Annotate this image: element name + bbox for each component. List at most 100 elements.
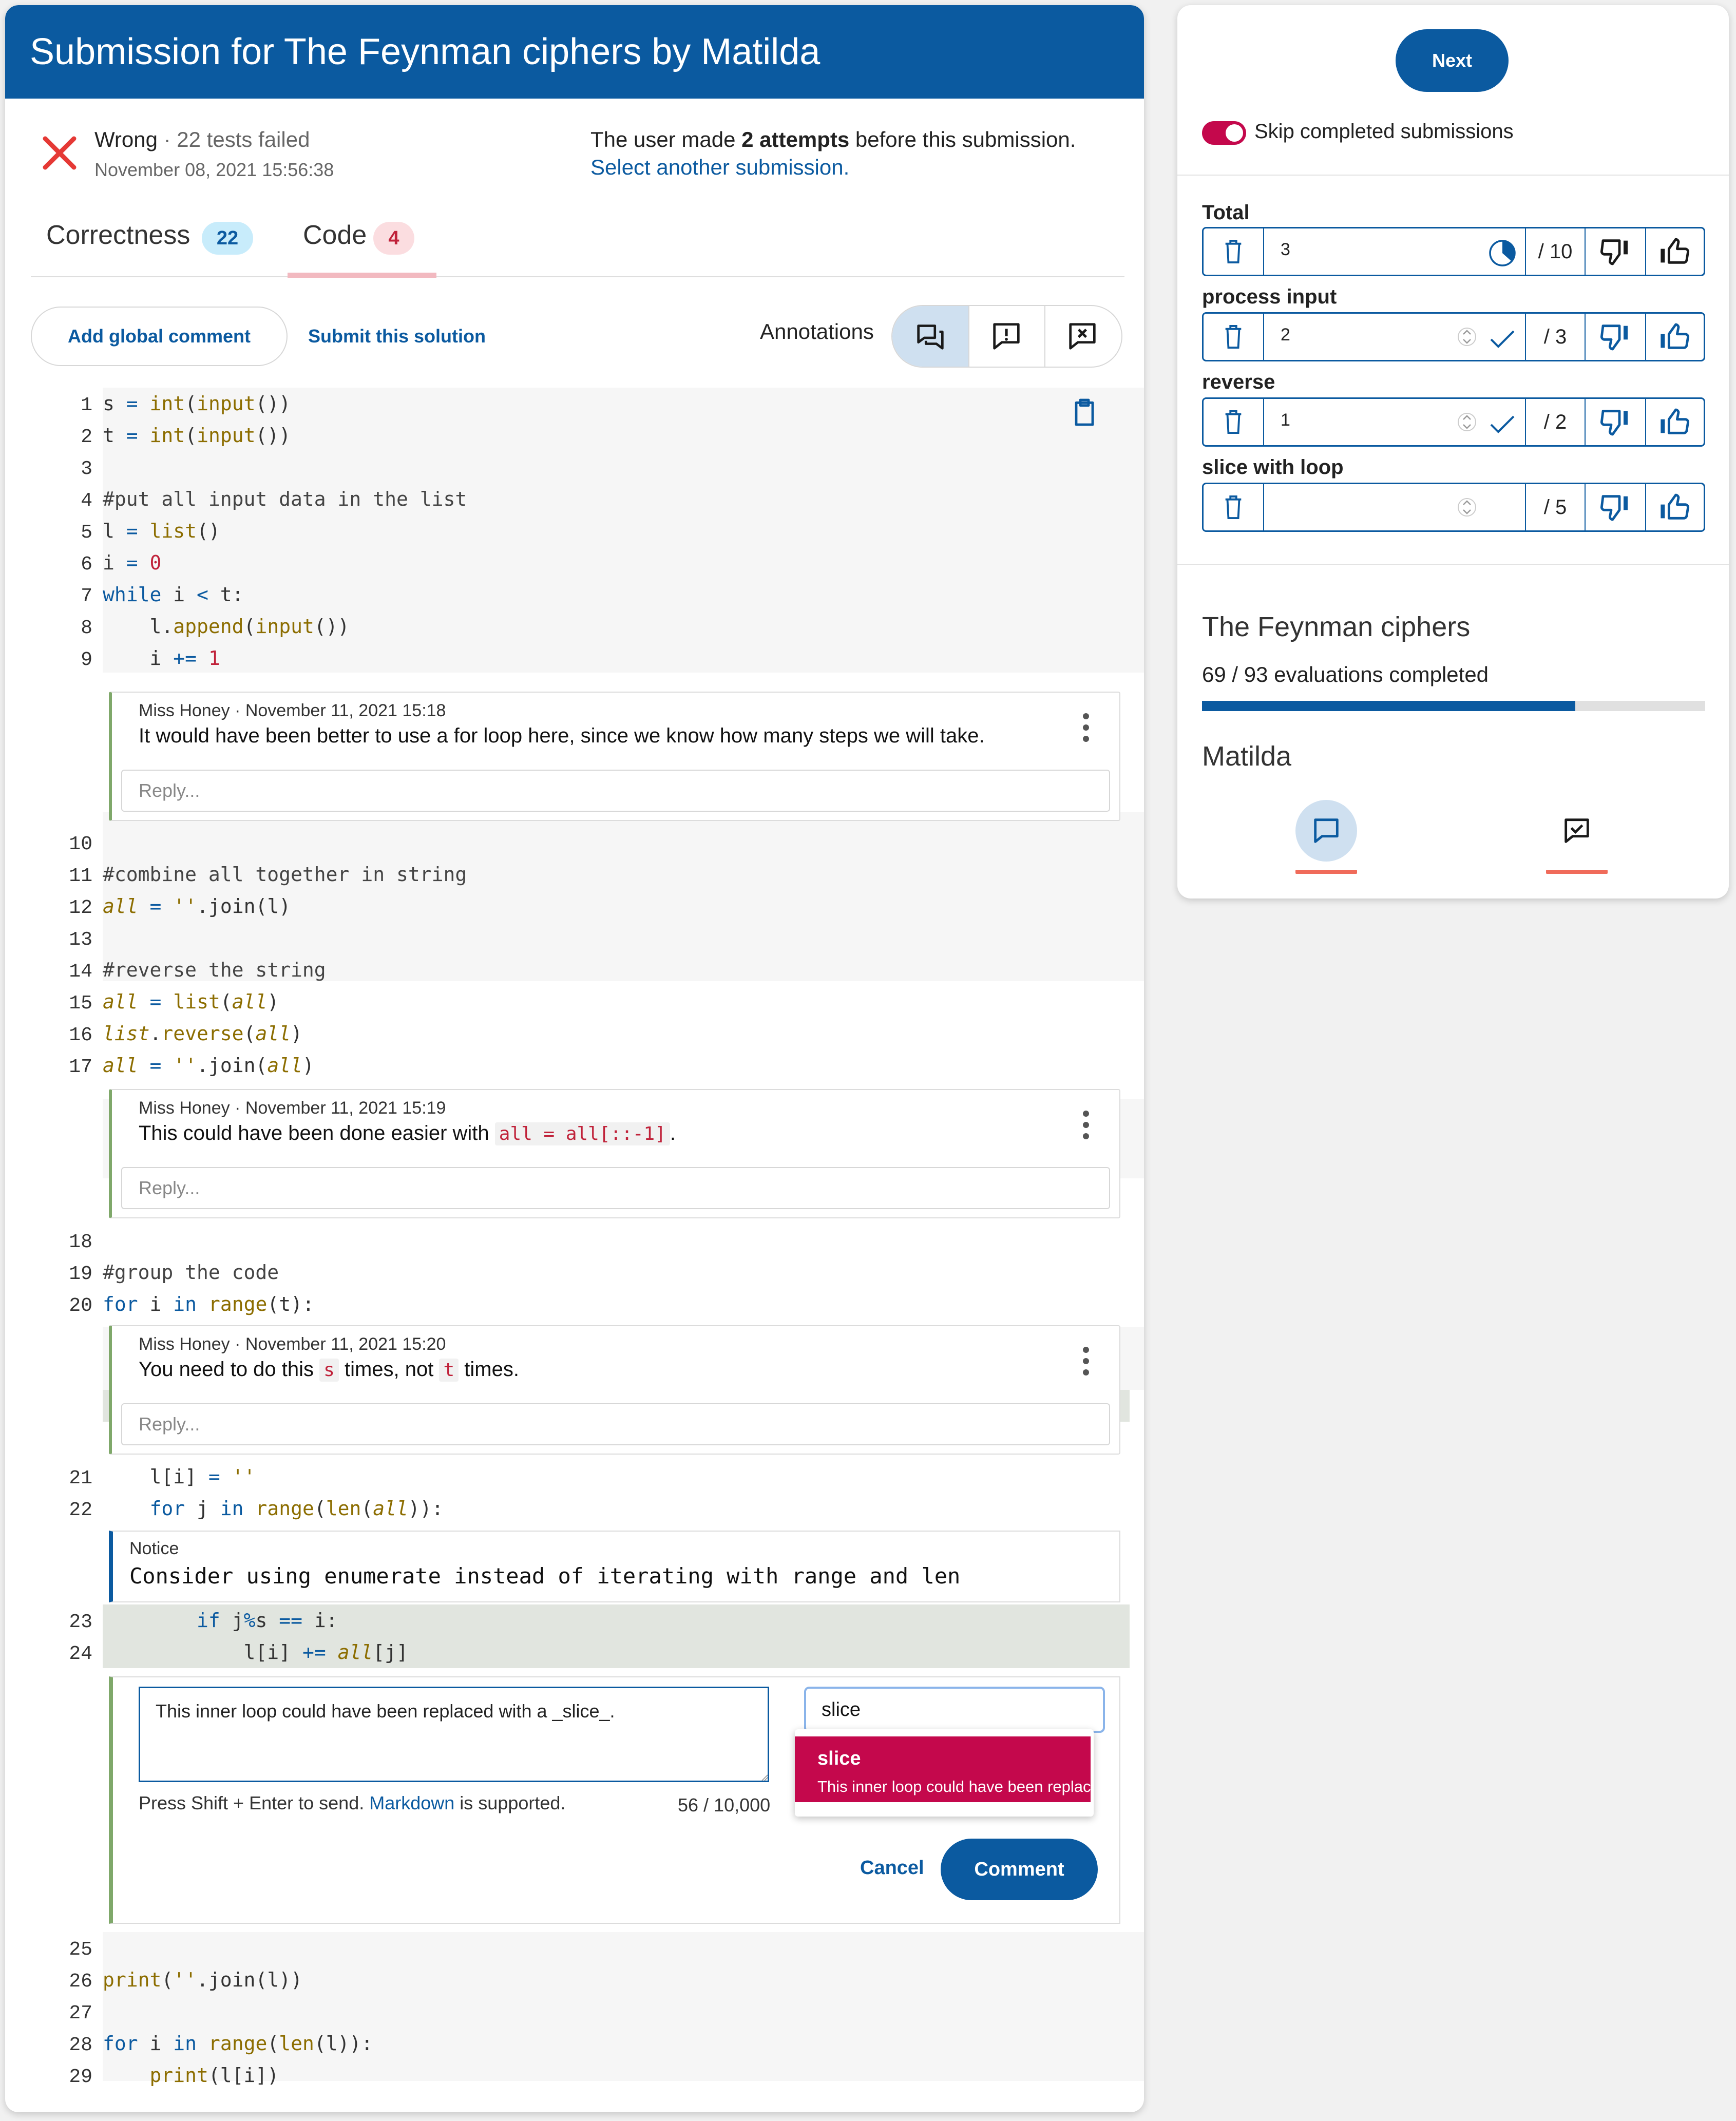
delete-score-button[interactable] xyxy=(1204,399,1264,445)
notice-title: Notice xyxy=(129,1539,179,1558)
delete-score-button[interactable] xyxy=(1204,484,1264,530)
show-important-annotations-button[interactable] xyxy=(968,306,1045,367)
comment-meta: Miss Honey · November 11, 2021 15:19 xyxy=(139,1098,446,1118)
thumbs-down-button[interactable] xyxy=(1586,314,1646,360)
code-line: #combine all together in string xyxy=(103,863,467,886)
score-input[interactable]: 2 xyxy=(1281,325,1290,345)
next-button[interactable]: Next xyxy=(1396,29,1509,92)
char-count: 56 / 10,000 xyxy=(678,1794,771,1816)
show-all-annotations-button[interactable] xyxy=(892,306,969,367)
comment-textarea[interactable]: This inner loop could have been replaced… xyxy=(139,1687,769,1782)
line-number: 23 xyxy=(69,1611,92,1633)
thumbs-up-button[interactable] xyxy=(1645,399,1704,445)
thumbs-up-button[interactable] xyxy=(1645,228,1704,275)
more-options-icon[interactable] xyxy=(1082,1110,1090,1140)
score-row-process-input: 2 / 3 xyxy=(1202,312,1705,361)
thumbs-down-icon xyxy=(1600,410,1628,436)
status-result: Wrong xyxy=(94,127,158,151)
code-line: #group the code xyxy=(103,1261,279,1284)
code-line: t = int(input()) xyxy=(103,424,291,447)
reply-input[interactable]: Reply... xyxy=(121,770,1110,812)
score-max: / 3 xyxy=(1525,314,1586,360)
annotations-filter xyxy=(891,305,1122,368)
score-max: / 5 xyxy=(1525,484,1586,530)
spinner-icon[interactable] xyxy=(1458,323,1476,351)
clock-icon xyxy=(1489,240,1516,266)
snippet-search-input[interactable]: slice xyxy=(804,1687,1105,1733)
snippet-option[interactable]: slice This inner loop could have been re… xyxy=(795,1736,1091,1802)
line-number: 10 xyxy=(69,833,92,855)
comment-meta: Miss Honey · November 11, 2021 15:20 xyxy=(139,1334,446,1354)
spinner-icon[interactable] xyxy=(1458,493,1476,521)
more-options-icon[interactable] xyxy=(1082,712,1090,743)
code-line: l = list() xyxy=(103,520,220,542)
spinner-icon[interactable] xyxy=(1458,408,1476,436)
score-input[interactable]: 3 xyxy=(1281,240,1290,260)
code-line: print(''.join(l)) xyxy=(103,1969,302,1991)
page-title: Submission for The Feynman ciphers by Ma… xyxy=(5,5,1144,99)
line-number: 16 xyxy=(69,1024,92,1046)
line-number: 26 xyxy=(69,1971,92,1993)
code-line: if j%s == i: xyxy=(197,1609,338,1632)
skip-completed-label: Skip completed submissions xyxy=(1254,120,1514,143)
comment-text: You need to do this s times, not t times… xyxy=(139,1358,519,1382)
thumbs-up-button[interactable] xyxy=(1645,484,1704,530)
user-name: Matilda xyxy=(1202,741,1292,772)
code-line: i += 1 xyxy=(103,647,220,670)
comment-thread: Miss Honey · November 11, 2021 15:19 Thi… xyxy=(109,1089,1120,1218)
score-max: / 2 xyxy=(1525,399,1586,445)
divider xyxy=(1177,564,1729,565)
score-label: reverse xyxy=(1202,371,1275,393)
comment-text: It would have been better to use a for l… xyxy=(139,724,985,747)
line-number: 6 xyxy=(81,553,92,576)
thumbs-down-button[interactable] xyxy=(1586,484,1646,530)
skip-completed-toggle[interactable] xyxy=(1202,121,1246,145)
submit-solution-button[interactable]: Submit this solution xyxy=(308,307,486,366)
tab-correctness[interactable]: Correctness 22 xyxy=(46,209,272,276)
more-options-icon[interactable] xyxy=(1082,1346,1090,1377)
resize-handle-icon[interactable] xyxy=(761,1774,768,1781)
thumbs-down-icon xyxy=(1600,324,1628,351)
comment-thread: Miss Honey · November 11, 2021 15:18 It … xyxy=(109,692,1120,821)
delete-score-button[interactable] xyxy=(1204,314,1264,360)
score-row-slice-with-loop: / 5 xyxy=(1202,483,1705,532)
add-global-comment-button[interactable]: Add global comment xyxy=(31,307,288,366)
thumbs-down-button[interactable] xyxy=(1586,228,1646,275)
line-number: 25 xyxy=(69,1939,92,1961)
score-input[interactable]: 1 xyxy=(1281,410,1290,430)
snippet-suggestions: slice This inner loop could have been re… xyxy=(795,1729,1094,1817)
check-icon xyxy=(1490,330,1515,348)
thumbs-up-button[interactable] xyxy=(1645,314,1704,360)
reply-input[interactable]: Reply... xyxy=(121,1403,1110,1445)
code-line: l[i] += all[j] xyxy=(103,1641,408,1664)
comment-button[interactable]: Comment xyxy=(941,1839,1098,1900)
comment-alert-icon xyxy=(993,323,1020,350)
line-number: 3 xyxy=(81,458,92,480)
line-number: 24 xyxy=(69,1643,92,1665)
markdown-link[interactable]: Markdown xyxy=(369,1792,454,1813)
line-number: 17 xyxy=(69,1056,92,1078)
thumbs-down-button[interactable] xyxy=(1586,399,1646,445)
tab-comments[interactable] xyxy=(1295,800,1357,862)
select-submission-link[interactable]: Select another submission. xyxy=(590,155,849,180)
tab-code[interactable]: Code 4 xyxy=(288,209,437,278)
evaluation-progress-bar xyxy=(1202,701,1705,711)
score-max: / 10 xyxy=(1525,228,1586,275)
score-label: Total xyxy=(1202,201,1250,224)
cancel-button[interactable]: Cancel xyxy=(860,1857,924,1879)
status-tests: 22 tests failed xyxy=(177,127,310,151)
line-number: 29 xyxy=(69,2066,92,2088)
code-line: for i in range(t): xyxy=(103,1293,314,1315)
hide-annotations-button[interactable] xyxy=(1044,306,1120,367)
thumbs-up-icon xyxy=(1661,493,1690,520)
progress-fill xyxy=(1202,701,1576,711)
exercise-title: The Feynman ciphers xyxy=(1202,612,1471,642)
delete-score-button[interactable] xyxy=(1204,228,1264,275)
line-number: 28 xyxy=(69,2034,92,2056)
code-count-badge: 4 xyxy=(373,222,414,255)
reply-input[interactable]: Reply... xyxy=(121,1167,1110,1209)
tab-feedback[interactable] xyxy=(1546,800,1608,862)
editor-hint: Press Shift + Enter to send. Markdown is… xyxy=(139,1792,566,1813)
score-row-total: 3 / 10 xyxy=(1202,227,1705,276)
code-line: l.append(input()) xyxy=(103,615,350,638)
